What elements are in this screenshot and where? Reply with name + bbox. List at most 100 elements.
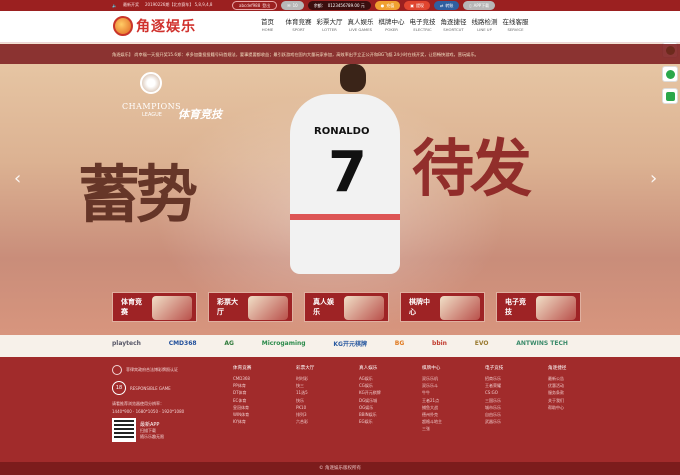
footer-link[interactable]: AG娱乐	[359, 375, 422, 382]
nav-sport-sub: SPORT	[292, 27, 305, 32]
nav-lineup[interactable]: 线路检测 LINE UP	[469, 18, 500, 33]
partner-logo[interactable]: playtech	[112, 340, 141, 347]
footer-link[interactable]: 服务条款	[548, 389, 611, 396]
footer-link[interactable]: CS:GO	[485, 389, 548, 396]
partner-logo[interactable]: EVO	[475, 340, 489, 347]
nav-home[interactable]: 首页 HOME	[252, 18, 283, 33]
footer-link[interactable]: 王者荣耀	[485, 382, 548, 389]
top-bar: 🔈 最新开奖 20190226期【北京赛车】 5,8,9,4,8 abcdef9…	[0, 0, 680, 11]
footer-link[interactable]: 最新公告	[548, 375, 611, 382]
partner-logo[interactable]: AG	[224, 340, 234, 347]
brand-name: 角逐娱乐	[136, 19, 196, 35]
footer-link[interactable]: 武器乐乐	[485, 418, 548, 425]
player-head	[340, 64, 366, 92]
gov-seal-icon	[112, 365, 122, 375]
footer-link[interactable]: DG娱乐城	[359, 397, 422, 404]
footer-link[interactable]: 城市乐乐	[485, 404, 548, 411]
footer-link[interactable]: 自由乐乐	[485, 411, 548, 418]
username[interactable]: abcdef988 登出	[232, 1, 278, 10]
nav-electric[interactable]: 电子竞技 ELECTRIC	[407, 18, 438, 33]
partner-logo[interactable]: KG开元棋牌	[333, 339, 367, 348]
player-number: 7	[328, 140, 367, 205]
ucl-title: CHAMPIONS	[122, 102, 182, 111]
side-phone-button[interactable]	[662, 66, 678, 82]
footer-link[interactable]: 优惠活动	[548, 382, 611, 389]
carousel-next-icon[interactable]: ›	[650, 168, 657, 189]
footer-link[interactable]: WIN体育	[233, 411, 296, 418]
tile-live[interactable]: 真人娱乐	[304, 292, 389, 322]
footer-link[interactable]: 关于我们	[548, 397, 611, 404]
side-mobile-button[interactable]	[662, 88, 678, 104]
app-download-button[interactable]: ▯ APP下载	[463, 1, 496, 10]
footer-link[interactable]: 三国乐乐	[485, 397, 548, 404]
footer-link[interactable]: DT体育	[233, 389, 296, 396]
logout-link[interactable]: 登出	[262, 3, 270, 9]
nav-shortcut-label: 角逐捷径	[440, 18, 467, 26]
wallet-icon: ▣	[410, 3, 415, 8]
footer-link[interactable]: 排列3	[296, 411, 359, 418]
partner-logo[interactable]: CMD368	[169, 340, 197, 347]
footer-link[interactable]: 招商乐乐	[485, 375, 548, 382]
footer-link[interactable]: 皇冠体育	[233, 404, 296, 411]
nav-shortcut[interactable]: 角逐捷径 SHORTCUT	[438, 18, 469, 33]
footer-link[interactable]: PP体育	[233, 382, 296, 389]
partner-logo[interactable]: ANTWINS TECH	[516, 340, 568, 347]
footer-link[interactable]: KY体育	[233, 418, 296, 425]
tile-electric[interactable]: 电子竞技	[496, 292, 581, 322]
partner-logo[interactable]: Microgaming	[262, 340, 306, 347]
partner-logo[interactable]: bbin	[432, 340, 447, 347]
carousel-prev-icon[interactable]: ‹	[14, 168, 21, 189]
nav-sport[interactable]: 体育竞赛 SPORT	[283, 18, 314, 33]
footer-col-heading: 电子竞技	[485, 366, 504, 371]
nav-service[interactable]: 在线客服 SERVICE	[500, 18, 531, 33]
footer-link[interactable]: 捕鱼大战	[422, 404, 485, 411]
app-note: 随乐乐趣无限	[140, 433, 164, 439]
footer-info: 菲律宾政府合法博彩牌照认证 18 RESPONSIBLE GAME 请看推荐浏览器…	[112, 365, 222, 448]
withdraw-button[interactable]: ▣ 提现	[404, 1, 431, 10]
footer-link[interactable]: 牛牛	[422, 389, 485, 396]
footer-link[interactable]: OG娱乐	[359, 404, 422, 411]
recharge-button[interactable]: ● 充值	[374, 1, 401, 10]
mobile-icon	[665, 91, 675, 101]
footer-link[interactable]: 快乐	[296, 397, 359, 404]
tile-sport[interactable]: 体育竞赛	[112, 292, 197, 322]
footer-col-electric: 电子竞技 招商乐乐 王者荣耀 CS:GO 三国乐乐 城市乐乐 自由乐乐 武器乐乐	[485, 365, 548, 433]
brand-logo[interactable]: 角逐娱乐	[113, 16, 196, 36]
footer-link[interactable]: 超格斗地主	[422, 418, 485, 425]
footer-col-shortcut: 角逐捷径 最新公告 优惠活动 服务条款 关于我们 帮助中心	[548, 365, 611, 433]
footer-link[interactable]: EC体育	[233, 397, 296, 404]
footer-link[interactable]: 三张	[422, 425, 485, 432]
footer-link[interactable]: 双乐乐斗	[422, 382, 485, 389]
transfer-button[interactable]: ⇄ 转账	[434, 1, 460, 10]
footer-link[interactable]: CMD368	[233, 375, 296, 382]
messages-badge[interactable]: ✉ 10	[281, 1, 304, 10]
tile-lottery[interactable]: 彩票大厅	[208, 292, 293, 322]
footer-link[interactable]: 六合彩	[296, 418, 359, 425]
footer-link[interactable]: BBIN娱乐	[359, 411, 422, 418]
tile-sport-image	[152, 296, 192, 320]
footer-link[interactable]: 帮助中心	[548, 404, 611, 411]
tile-poker[interactable]: 棋牌中心	[400, 292, 485, 322]
nav-live[interactable]: 真人娱乐 LIVE GAMES	[345, 18, 376, 33]
footer-link[interactable]: EG娱乐	[359, 418, 422, 425]
footer-link[interactable]: CG娱乐	[359, 382, 422, 389]
footer-link[interactable]: 王者21点	[422, 397, 485, 404]
lottery-info: 20190226期【北京赛车】 5,8,9,4,8	[144, 2, 213, 7]
footer-link[interactable]: 德州扑克	[422, 411, 485, 418]
nav-live-label: 真人娱乐	[347, 18, 374, 26]
footer-columns: 体育竞赛 CMD368 PP体育 DT体育 EC体育 皇冠体育 WIN体育 KY…	[233, 365, 611, 433]
nav-poker[interactable]: 棋牌中心 POKER	[376, 18, 407, 33]
footer-link[interactable]: 快三	[296, 382, 359, 389]
nav-electric-label: 电子竞技	[409, 18, 436, 26]
footer-link[interactable]: 双乐乐机	[422, 375, 485, 382]
footer-link[interactable]: KG开元棋牌	[359, 389, 422, 396]
main-nav: 首页 HOME 体育竞赛 SPORT 彩票大厅 LOTTER 真人娱乐 LIVE GAM…	[252, 18, 531, 33]
nav-poker-sub: POKER	[385, 27, 398, 32]
footer-link[interactable]: PK10	[296, 404, 359, 411]
footer-link[interactable]: 11选5	[296, 389, 359, 396]
player-name: RONALDO	[314, 126, 370, 137]
phone-icon: ▯	[469, 3, 472, 8]
nav-lottery[interactable]: 彩票大厅 LOTTER	[314, 18, 345, 33]
partner-logo[interactable]: BG	[395, 340, 405, 347]
footer-link[interactable]: 时时彩	[296, 375, 359, 382]
